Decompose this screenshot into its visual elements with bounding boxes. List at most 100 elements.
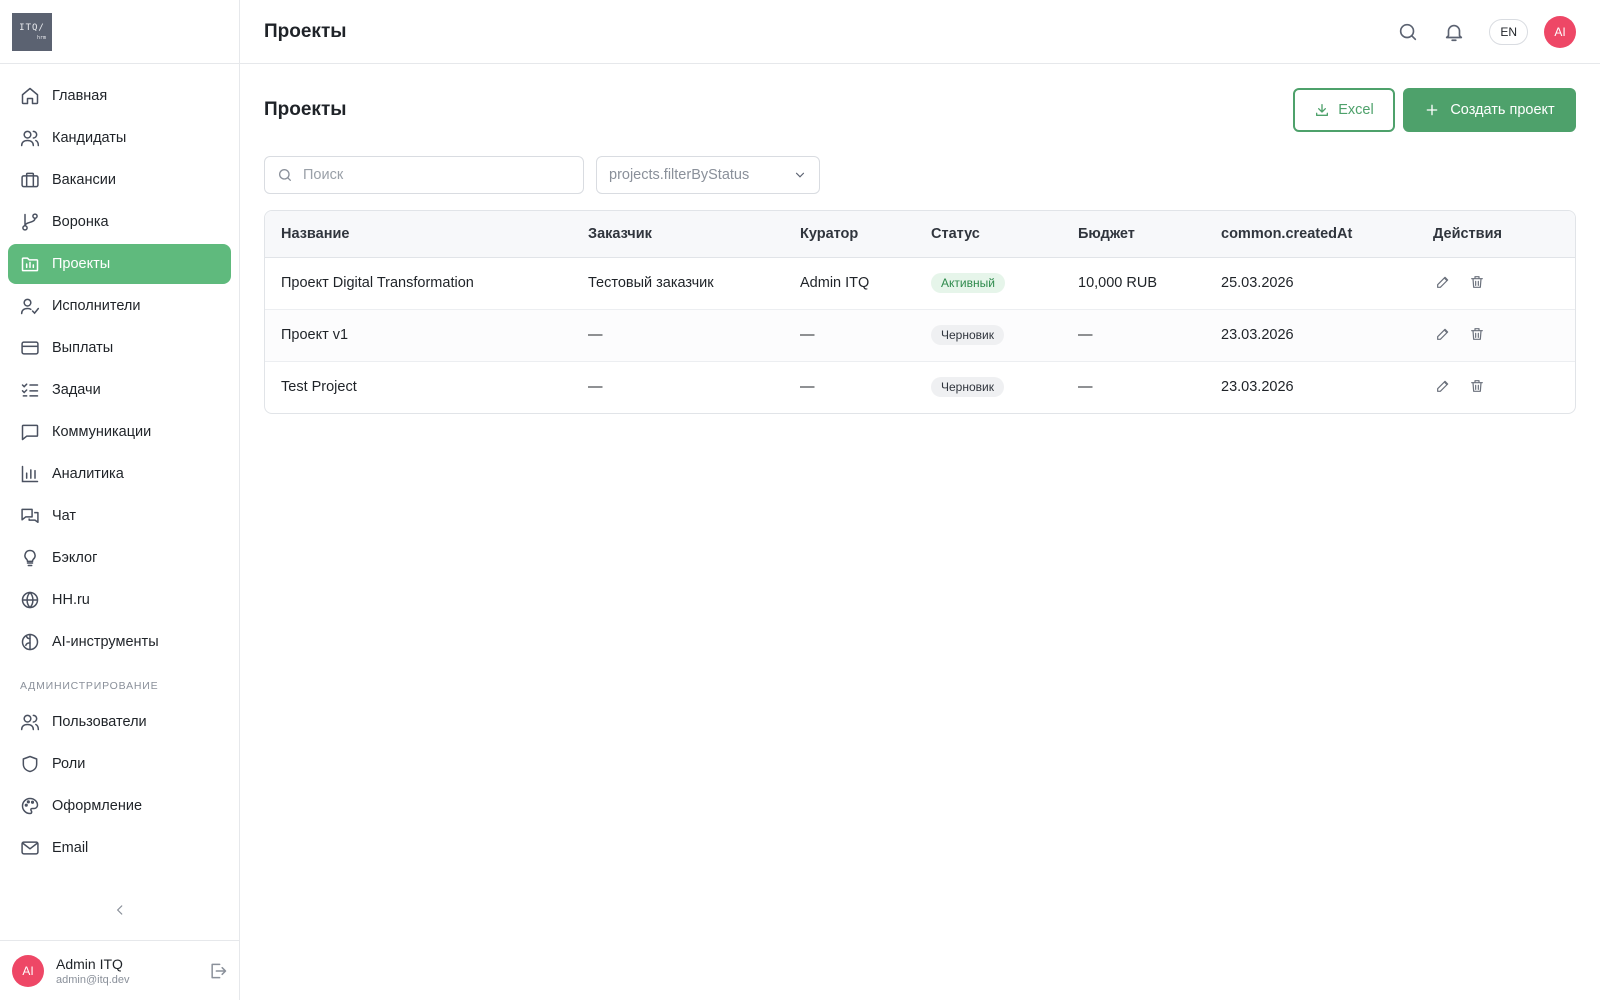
status-filter-select[interactable]: projects.filterByStatus	[596, 156, 820, 194]
sidebar-item-funnel[interactable]: Воронка	[8, 202, 231, 242]
main-content: Проекты Excel Создать проект projects.fi…	[264, 88, 1576, 414]
cell-status: Черновик	[915, 309, 1062, 362]
sidebar-item-label: Исполнители	[52, 298, 141, 314]
status-filter-value: projects.filterByStatus	[609, 167, 750, 183]
sidebar-item-communications[interactable]: Коммуникации	[8, 412, 231, 452]
edit-button[interactable]	[1433, 376, 1453, 396]
search-icon	[279, 169, 291, 181]
table-row[interactable]: Test Project — — Черновик — 23.03.2026	[265, 361, 1575, 413]
sidebar-item-label: Коммуникации	[52, 424, 152, 440]
cell-budget: —	[1062, 309, 1205, 362]
sidebar-item-label: Email	[52, 840, 89, 856]
sidebar-item-label: Кандидаты	[52, 130, 127, 146]
sidebar-item-label: Воронка	[52, 214, 109, 230]
logo[interactable]: ITQ/ hrm	[12, 13, 52, 51]
sidebar-item-analytics[interactable]: Аналитика	[8, 454, 231, 494]
logout-icon[interactable]	[208, 961, 228, 981]
sidebar-item-email[interactable]: Email	[8, 828, 231, 868]
cell-status: Черновик	[915, 361, 1062, 413]
cell-curator: —	[800, 379, 815, 396]
pencil-icon	[1437, 380, 1449, 393]
column-header-curator[interactable]: Куратор	[784, 211, 915, 258]
column-header-status[interactable]: Статус	[915, 211, 1062, 258]
header-avatar[interactable]: AI	[1544, 15, 1576, 48]
sidebar-item-home[interactable]: Главная	[8, 76, 231, 116]
table-row[interactable]: Проект Digital Transformation Тестовый з…	[265, 257, 1575, 310]
sidebar-item-label: HH.ru	[52, 592, 90, 608]
cell-actions	[1417, 361, 1575, 413]
cell-status: Активный	[915, 257, 1062, 310]
sidebar-item-label: Главная	[52, 88, 108, 104]
sidebar-item-projects[interactable]: Проекты	[8, 244, 231, 284]
sidebar-item-payouts[interactable]: Выплаты	[8, 328, 231, 368]
bell-icon[interactable]	[1443, 21, 1465, 43]
sidebar-item-label: Пользователи	[52, 714, 147, 730]
sidebar-item-backlog[interactable]: Бэклог	[8, 538, 231, 578]
trash-icon	[1471, 380, 1483, 393]
admin-section-title: АДМИНИСТРИРОВАНИЕ	[20, 680, 159, 692]
sidebar-item-executors[interactable]: Исполнители	[8, 286, 231, 326]
trash-icon	[1471, 328, 1483, 340]
brain-icon	[20, 632, 40, 652]
sidebar-item-appearance[interactable]: Оформление	[8, 786, 231, 826]
message-square-icon	[20, 422, 40, 442]
sidebar-item-label: Проекты	[52, 256, 111, 272]
cell-name[interactable]: Test Project	[265, 361, 572, 413]
cell-actions	[1417, 309, 1575, 362]
sidebar-item-label: AI-инструменты	[52, 634, 159, 650]
column-header-client[interactable]: Заказчик	[572, 211, 784, 258]
sidebar-item-label: Чат	[52, 508, 77, 524]
cell-budget: —	[1078, 379, 1093, 396]
sidebar-item-vacancies[interactable]: Вакансии	[8, 160, 231, 200]
cell-name[interactable]: Проект v1	[265, 309, 572, 362]
home-icon	[20, 86, 40, 106]
search-input[interactable]	[303, 167, 563, 183]
projects-table: Название Заказчик Куратор Статус Бюджет …	[264, 210, 1576, 414]
delete-button[interactable]	[1467, 272, 1487, 292]
column-header-created[interactable]: common.createdAt	[1205, 211, 1417, 258]
filters: projects.filterByStatus	[264, 156, 1576, 194]
user-check-icon	[20, 296, 40, 316]
sidebar-item-tasks[interactable]: Задачи	[8, 370, 231, 410]
sidebar-item-roles[interactable]: Роли	[8, 744, 231, 784]
column-header-budget[interactable]: Бюджет	[1062, 211, 1205, 258]
sidebar-item-ai-tools[interactable]: AI-инструменты	[8, 622, 231, 662]
status-badge: Черновик	[931, 325, 1004, 345]
edit-button[interactable]	[1433, 324, 1453, 344]
logo-area: ITQ/ hrm	[0, 0, 239, 64]
edit-button[interactable]	[1433, 272, 1453, 292]
sidebar-item-users[interactable]: Пользователи	[8, 702, 231, 742]
page-title: Проекты	[264, 20, 347, 42]
cell-name[interactable]: Проект Digital Transformation	[265, 257, 572, 310]
column-header-name[interactable]: Название	[265, 211, 572, 258]
create-project-button[interactable]: Создать проект	[1403, 88, 1576, 132]
sidebar-item-label: Выплаты	[52, 340, 114, 356]
language-switcher[interactable]: EN	[1489, 18, 1528, 45]
cell-client: —	[588, 379, 603, 396]
search-box	[264, 156, 584, 194]
cell-client: —	[572, 309, 784, 362]
sidebar-collapse-button[interactable]	[0, 896, 240, 924]
sidebar-item-candidates[interactable]: Кандидаты	[8, 118, 231, 158]
delete-button[interactable]	[1467, 376, 1487, 396]
cell-actions	[1417, 257, 1575, 310]
delete-button[interactable]	[1467, 324, 1487, 344]
cell-created: 25.03.2026	[1205, 257, 1417, 310]
bar-chart-icon	[20, 464, 40, 484]
palette-icon	[20, 796, 40, 816]
pencil-icon	[1437, 276, 1449, 288]
sidebar-item-chat[interactable]: Чат	[8, 496, 231, 536]
sidebar-item-label: Аналитика	[52, 466, 124, 482]
search-icon[interactable]	[1397, 21, 1419, 43]
download-icon	[1316, 104, 1329, 116]
excel-export-button[interactable]: Excel	[1293, 88, 1395, 132]
table-row[interactable]: Проект v1 — — Черновик — 23.03.2026	[265, 309, 1575, 362]
folder-chart-icon	[20, 254, 40, 274]
cell-client: Тестовый заказчик	[572, 257, 784, 310]
excel-label: Excel	[1338, 102, 1374, 118]
briefcase-icon	[20, 170, 40, 190]
page-header: Проекты Excel Создать проект	[264, 88, 1576, 132]
avatar[interactable]: AI	[12, 954, 44, 987]
sidebar-item-hh[interactable]: HH.ru	[8, 580, 231, 620]
users-icon	[20, 712, 40, 732]
